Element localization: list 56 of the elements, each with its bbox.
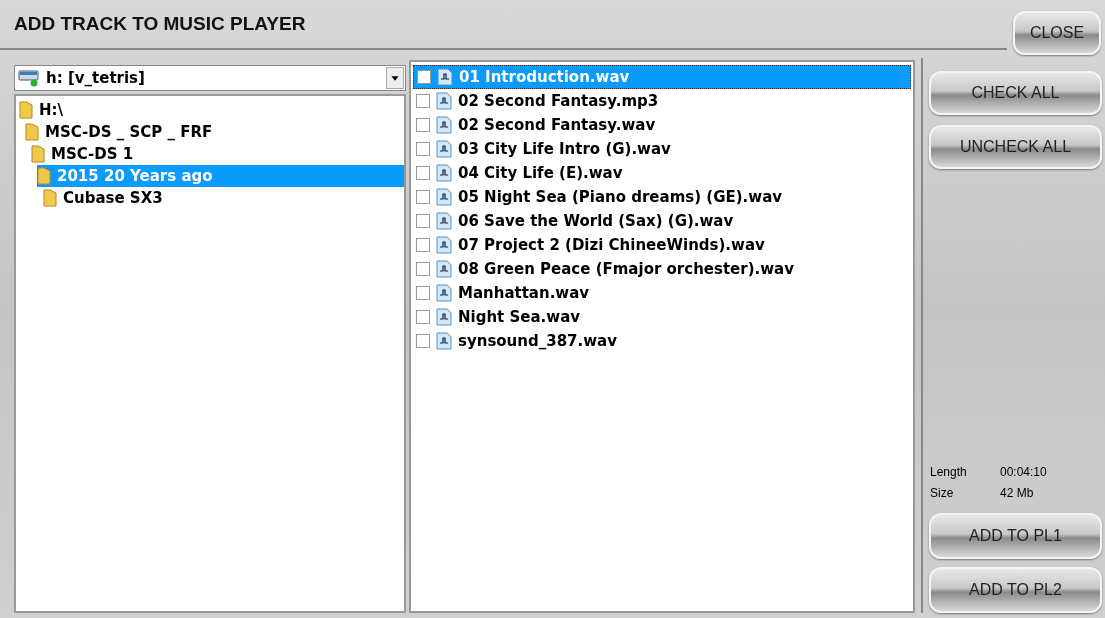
folder-icon [31,145,45,163]
window-title: ADD TRACK TO MUSIC PLAYER [14,11,306,36]
checkbox[interactable] [416,310,430,324]
file-row[interactable]: 06 Save the World (Sax) (G).wav [413,209,911,233]
file-row[interactable]: 02 Second Fantasy.wav [413,113,911,137]
audio-file-icon [436,332,452,350]
audio-file-icon [436,260,452,278]
folder-icon [25,123,39,141]
checkbox[interactable] [416,238,430,252]
action-button[interactable]: CHECK ALL [929,71,1102,115]
audio-file-icon [436,188,452,206]
file-row[interactable]: Night Sea.wav [413,305,911,329]
info-label: Length [930,464,968,481]
folder-icon [19,101,33,119]
info-value: 42 Mb [1000,485,1034,502]
checkbox[interactable] [416,118,430,132]
action-button[interactable]: ADD TO PL2 [929,567,1102,613]
audio-file-icon [436,212,452,230]
file-row[interactable]: 08 Green Peace (Fmajor orchester).wav [413,257,911,281]
audio-file-icon [436,236,452,254]
checkbox[interactable] [416,94,430,108]
action-button[interactable]: UNCHECK ALL [929,125,1102,169]
action-button[interactable]: ADD TO PL1 [929,513,1102,559]
audio-file-icon [436,116,452,134]
checkbox[interactable] [416,334,430,348]
checkbox[interactable] [416,166,430,180]
audio-file-icon [436,92,452,110]
tree-item[interactable]: MSC-DS 1 [31,143,404,165]
tree-item[interactable]: Cubase SX3 [43,187,404,209]
tree-item[interactable]: MSC-DS _ SCP _ FRF [25,121,404,143]
file-row[interactable]: 07 Project 2 (Dizi ChineeWinds).wav [413,233,911,257]
drive-select[interactable]: h: [v_tetris] [14,65,406,91]
folder-icon [37,167,51,185]
checkbox[interactable] [416,286,430,300]
info-value: 00:04:10 [1000,464,1047,481]
drive-icon [18,69,40,87]
info-label: Size [930,485,955,502]
tree-item[interactable]: H:\ [19,99,404,121]
file-row[interactable]: 04 City Life (E).wav [413,161,911,185]
audio-file-icon [436,140,452,158]
audio-file-icon [436,308,452,326]
checkbox[interactable] [416,214,430,228]
file-row[interactable]: 03 City Life Intro (G).wav [413,137,911,161]
file-row[interactable]: synsound_387.wav [413,329,911,353]
checkbox[interactable] [417,70,431,84]
file-row[interactable]: Manhattan.wav [413,281,911,305]
checkbox[interactable] [416,190,430,204]
audio-file-icon [436,284,452,302]
action-button[interactable]: CLOSE [1013,11,1101,55]
checkbox[interactable] [416,142,430,156]
audio-file-icon [436,164,452,182]
file-row[interactable]: 05 Night Sea (Piano dreams) (GE).wav [413,185,911,209]
checkbox[interactable] [416,262,430,276]
audio-file-icon [437,68,453,86]
folder-icon [43,189,57,207]
file-row[interactable]: 02 Second Fantasy.mp3 [413,89,911,113]
